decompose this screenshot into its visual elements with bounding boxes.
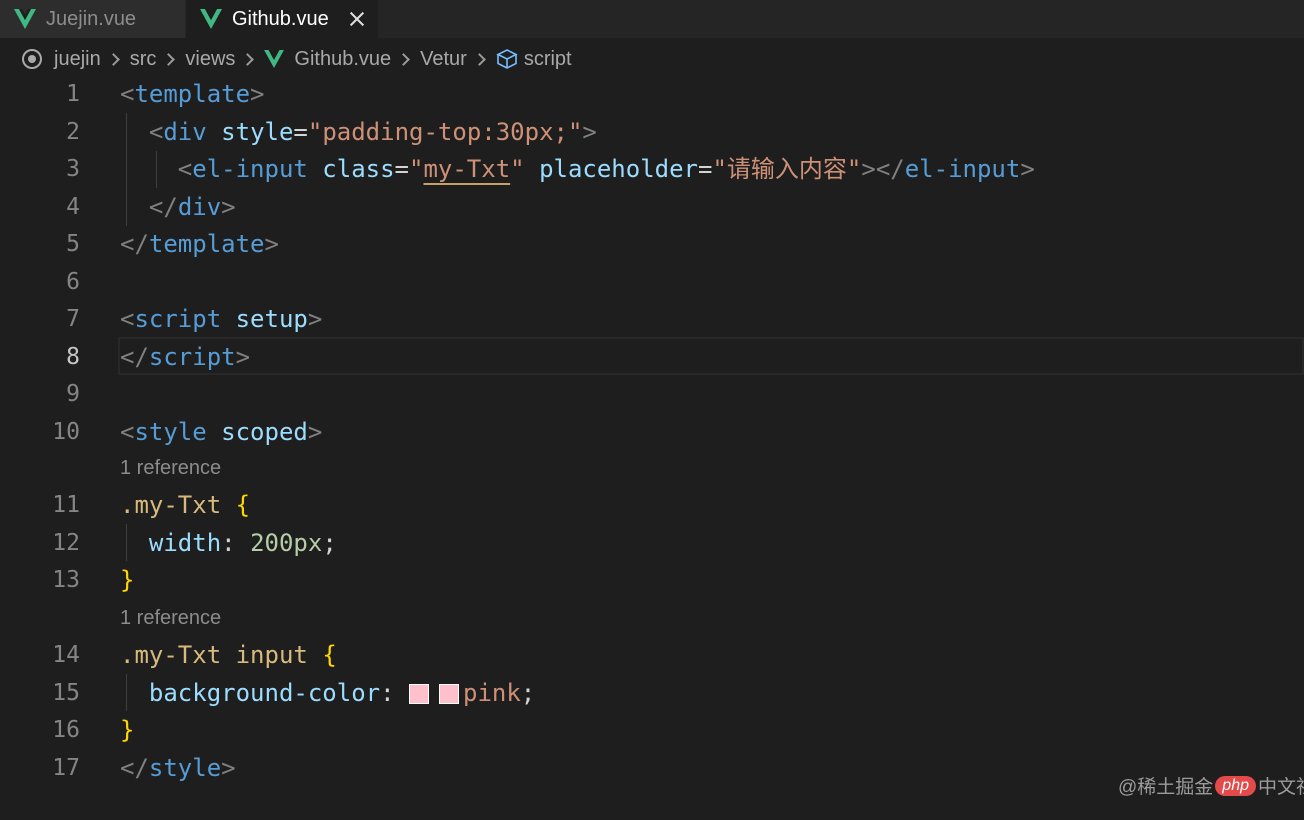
line-number: 11 xyxy=(52,492,80,518)
code-line: 5 </template> xyxy=(0,226,1304,264)
code-text: <div style="padding-top:30px;"> xyxy=(148,117,597,146)
breadcrumb-item-views[interactable]: views xyxy=(185,48,235,71)
line-number: 7 xyxy=(66,306,80,332)
chevron-right-icon xyxy=(472,52,486,66)
watermark: @稀土掘金 php 中文社区 xyxy=(1118,772,1304,799)
breadcrumb-label: juejin xyxy=(54,47,101,70)
code-line: 15 background-color: pink; xyxy=(0,675,1304,713)
folder-root-icon xyxy=(22,49,42,69)
code-text: <style scoped> xyxy=(120,417,323,446)
line-number: 1 xyxy=(66,81,80,107)
code-text: } xyxy=(120,716,135,744)
code-editor[interactable]: 1 <template> 2 <div style="padding-top:3… xyxy=(0,76,1304,820)
line-number: 13 xyxy=(52,567,80,593)
line-number: 15 xyxy=(52,679,80,706)
tab-label: Github.vue xyxy=(232,7,329,30)
line-number: 12 xyxy=(52,529,80,556)
color-swatch[interactable] xyxy=(439,683,459,704)
tab-bar: Juejin.vue Github.vue xyxy=(0,0,1304,38)
line-number: 9 xyxy=(66,381,80,407)
chevron-right-icon xyxy=(397,52,410,66)
code-line: 17 </style> xyxy=(0,750,1304,788)
breadcrumb-label: Vetur xyxy=(420,47,467,70)
tab-juejin-vue[interactable]: Juejin.vue xyxy=(0,0,186,38)
breadcrumb-item-juejin[interactable]: juejin xyxy=(22,48,101,71)
breadcrumb-label: src xyxy=(129,47,157,70)
code-line: 10 <style scoped> xyxy=(0,414,1304,452)
code-line: 6 xyxy=(0,264,1304,302)
php-badge: php xyxy=(1215,775,1256,796)
cube-icon xyxy=(496,49,518,69)
close-icon[interactable] xyxy=(346,8,368,30)
tab-github-vue[interactable]: Github.vue xyxy=(186,0,378,38)
line-number: 10 xyxy=(52,418,80,445)
code-text: <el-input class="my-Txt" placeholder="请输… xyxy=(177,155,1035,183)
breadcrumb-item-src[interactable]: src xyxy=(130,48,157,71)
line-number: 2 xyxy=(66,118,80,145)
watermark-prefix: @稀土掘金 xyxy=(1118,777,1214,798)
vue-icon xyxy=(200,9,222,29)
code-line: 12 width: 200px; xyxy=(0,525,1304,563)
chevron-right-icon xyxy=(241,52,255,66)
code-line: 1 <template> xyxy=(0,76,1304,114)
line-number: 5 xyxy=(66,231,80,257)
line-number: 3 xyxy=(66,156,80,182)
code-line: 11 .my-Txt { xyxy=(0,487,1304,525)
breadcrumb: juejin src views Github.vue Vetur script xyxy=(0,40,1304,78)
code-text: </script> xyxy=(120,342,251,371)
code-text: </div> xyxy=(148,192,236,221)
code-line: 2 <div style="padding-top:30px;"> xyxy=(0,114,1304,152)
breadcrumb-label: script xyxy=(523,47,572,70)
class-reference: my-Txt xyxy=(423,155,511,183)
code-line: 7 <script setup> xyxy=(0,301,1304,339)
line-number: 17 xyxy=(52,754,80,781)
line-number: 4 xyxy=(66,193,80,220)
line-number: 14 xyxy=(52,642,80,668)
code-line: 9 xyxy=(0,376,1304,414)
line-number: 6 xyxy=(66,268,80,295)
breadcrumb-label: Github.vue xyxy=(294,47,392,70)
color-swatch[interactable] xyxy=(409,683,429,704)
code-line: 14 .my-Txt input { xyxy=(0,637,1304,675)
code-line: 3 <el-input class="my-Txt" placeholder="… xyxy=(0,151,1304,189)
codelens-reference[interactable]: 1 reference xyxy=(120,450,221,488)
chevron-right-icon xyxy=(162,52,176,66)
code-text: .my-Txt input { xyxy=(120,641,337,669)
line-number: 16 xyxy=(52,717,80,743)
line-number: 8 xyxy=(66,343,80,370)
code-text: } xyxy=(120,566,135,594)
watermark-suffix: 中文社区 xyxy=(1258,777,1304,798)
code-text: <script setup> xyxy=(120,305,323,333)
code-line: 16 } xyxy=(0,712,1304,750)
vue-icon xyxy=(14,9,36,29)
code-text: background-color: pink; xyxy=(148,678,536,707)
code-text: width: 200px; xyxy=(148,528,337,557)
code-line: 4 </div> xyxy=(0,189,1304,227)
chevron-right-icon xyxy=(106,52,120,66)
breadcrumb-item-github-vue[interactable]: Github.vue xyxy=(264,48,391,71)
code-line-current: 8 </script> xyxy=(0,339,1304,377)
code-text: <template> xyxy=(120,80,265,108)
breadcrumb-item-vetur[interactable]: Vetur xyxy=(420,48,467,71)
code-line: 13 } xyxy=(0,562,1304,600)
code-text: </template> xyxy=(120,230,279,258)
code-text: .my-Txt { xyxy=(120,491,251,519)
code-text: </style> xyxy=(120,753,236,782)
breadcrumb-item-script[interactable]: script xyxy=(496,48,572,71)
tab-label: Juejin.vue xyxy=(46,7,137,30)
vue-icon xyxy=(264,50,285,68)
codelens-reference[interactable]: 1 reference xyxy=(120,600,221,638)
breadcrumb-label: views xyxy=(185,47,236,70)
